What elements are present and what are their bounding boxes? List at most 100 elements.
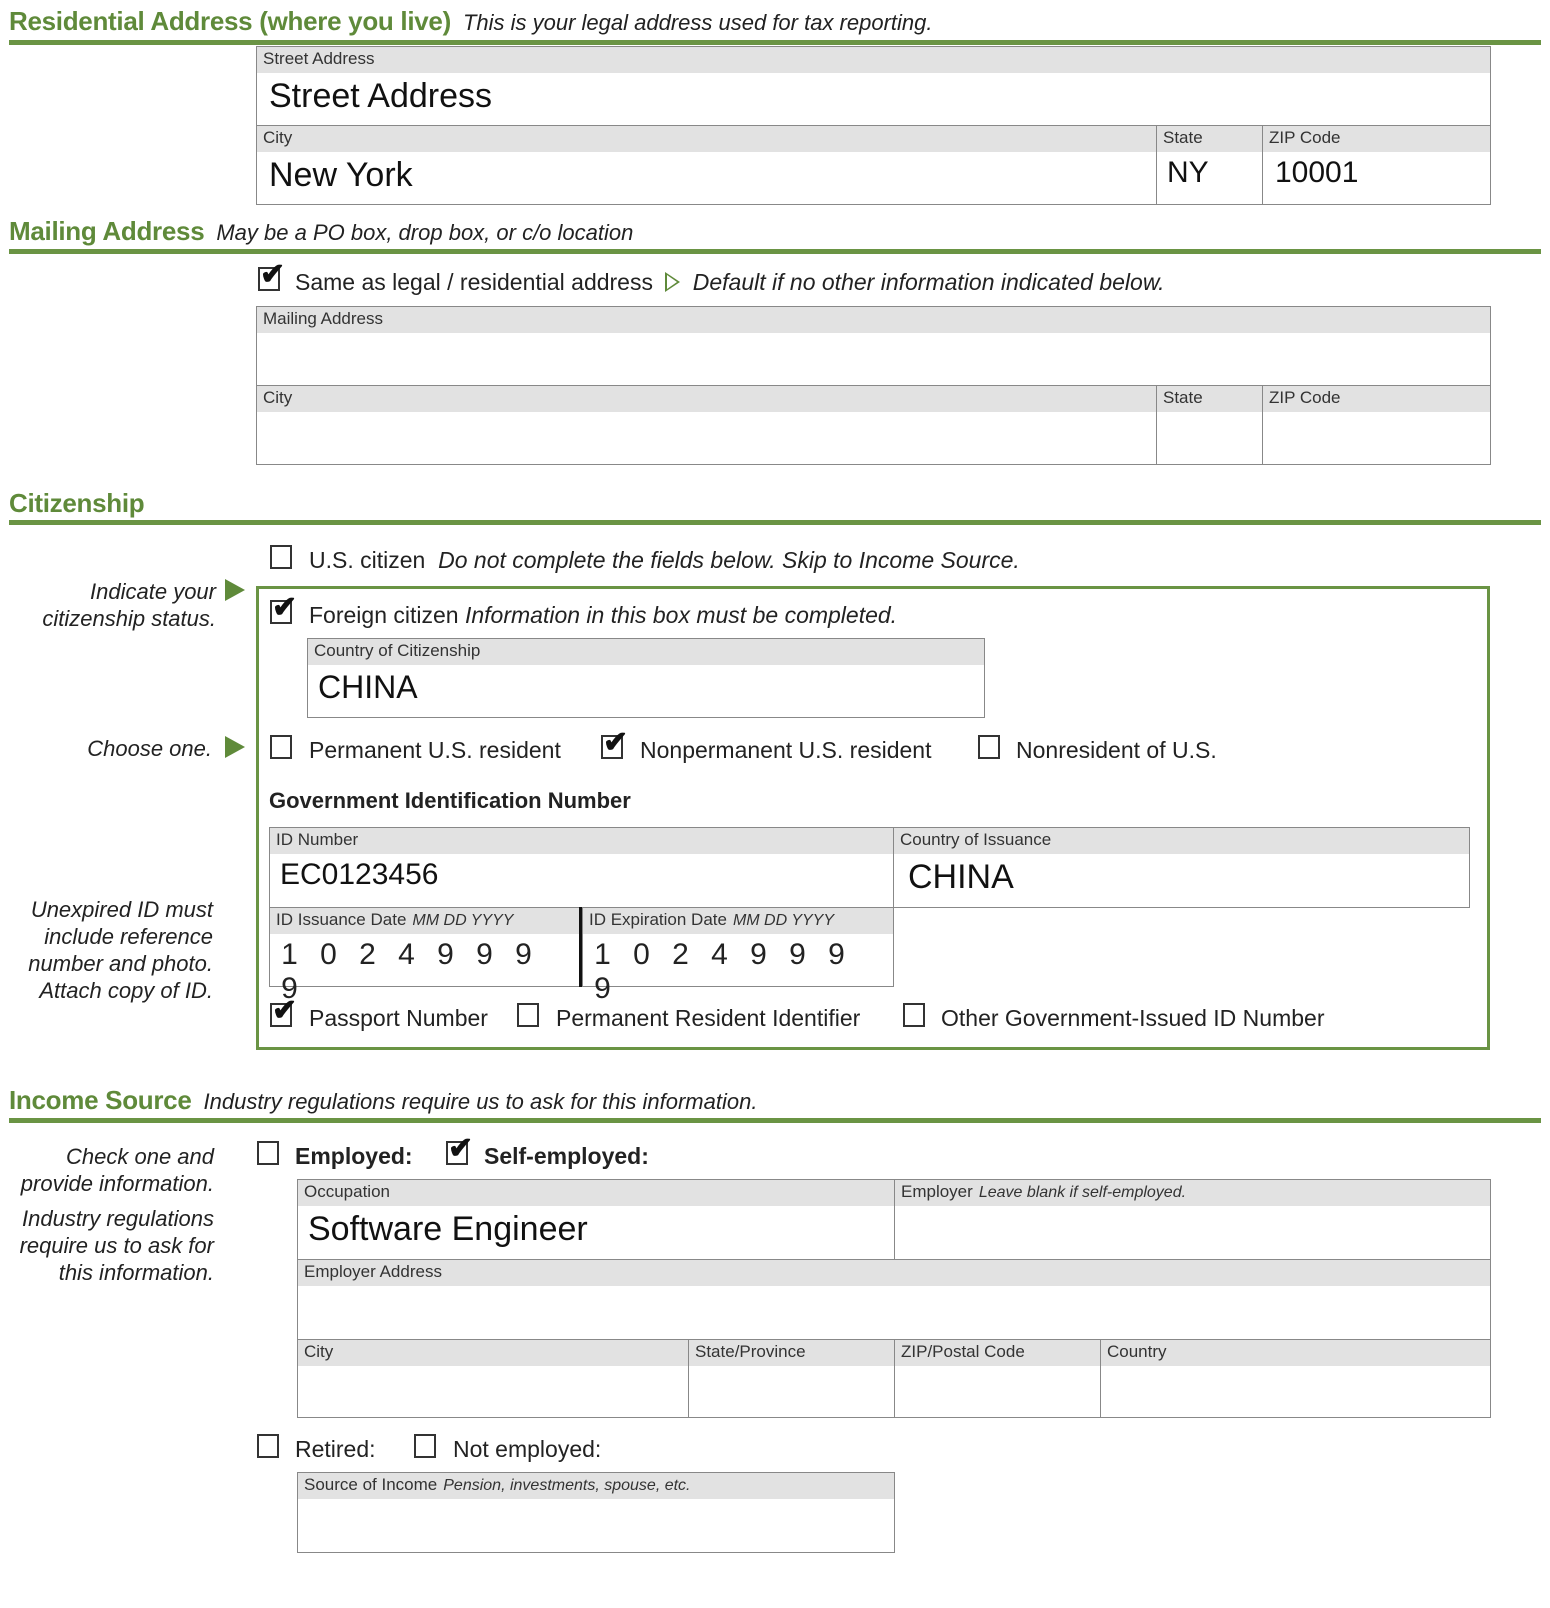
field-value[interactable]: CHINA: [308, 665, 984, 706]
check-icon: ✔: [260, 258, 286, 291]
mailing-title: Mailing Address: [9, 216, 205, 246]
date-digit: 9: [437, 938, 454, 971]
field-label: ZIP Code: [1263, 386, 1490, 412]
country-of-issuance-field[interactable]: Country of Issuance CHINA: [893, 827, 1470, 908]
field-value[interactable]: 10001: [1263, 152, 1490, 190]
mailing-subtitle: May be a PO box, drop box, or c/o locati…: [216, 220, 634, 245]
foreign-citizen-checkbox[interactable]: ✔: [270, 593, 297, 624]
permanent-resident-id-checkbox[interactable]: [517, 1003, 539, 1027]
permanent-resident-label: Permanent U.S. resident: [309, 737, 561, 763]
check-icon: ✔: [448, 1132, 474, 1165]
us-citizen-option: U.S. citizen Do not complete the fields …: [309, 547, 1020, 574]
date-digit: 9: [476, 938, 493, 971]
field-value[interactable]: EC0123456: [270, 854, 893, 892]
employer-zip-field[interactable]: ZIP/Postal Code: [894, 1339, 1101, 1418]
foreign-citizen-option: Foreign citizen Information in this box …: [309, 602, 897, 629]
employed-label: Employed:: [295, 1143, 413, 1169]
same-as-residential-checkbox[interactable]: ✔: [258, 260, 285, 291]
exp-date-digits[interactable]: 1 0 2 4 9 9 99: [583, 934, 893, 1006]
triangle-pointer-icon: [225, 579, 245, 601]
employer-state-field[interactable]: State/Province: [688, 1339, 895, 1418]
mailing-city-field[interactable]: City: [256, 385, 1157, 465]
employer-field[interactable]: Employer Leave blank if self-employed.: [894, 1179, 1491, 1260]
not-employed-label: Not employed:: [453, 1436, 602, 1462]
field-value[interactable]: New York: [257, 152, 1156, 195]
mailing-section-header: Mailing Address May be a PO box, drop box…: [9, 216, 633, 247]
field-label: City: [257, 126, 1156, 152]
nonresident-checkbox[interactable]: [978, 735, 1000, 759]
date-digit: 4: [711, 938, 728, 971]
field-label: Occupation: [298, 1180, 894, 1206]
field-label: Country: [1101, 1340, 1490, 1366]
employer-note: Leave blank if self-employed.: [978, 1184, 1187, 1201]
id-number-field[interactable]: ID Number EC0123456: [269, 827, 894, 908]
field-value[interactable]: [257, 333, 1490, 337]
permanent-resident-checkbox[interactable]: [270, 735, 292, 759]
gov-id-heading: Government Identification Number: [269, 788, 631, 813]
retired-checkbox[interactable]: [257, 1434, 279, 1458]
field-label: ID Number: [270, 828, 893, 854]
self-employed-checkbox[interactable]: ✔: [446, 1134, 473, 1165]
same-as-note: Default if no other information indicate…: [692, 269, 1165, 295]
mailing-address-field[interactable]: Mailing Address: [256, 306, 1491, 386]
section-divider: [9, 1118, 1541, 1123]
field-label: State/Province: [689, 1340, 894, 1366]
section-divider: [9, 520, 1541, 525]
unexpired-id-note: Unexpired ID must include reference numb…: [28, 897, 213, 1003]
occupation-field[interactable]: Occupation Software Engineer: [297, 1179, 895, 1260]
field-value[interactable]: [895, 1206, 1490, 1210]
field-label: Street Address: [257, 47, 1490, 73]
exp-date-format: MM DD YYYY: [732, 912, 835, 929]
employer-country-field[interactable]: Country: [1100, 1339, 1491, 1418]
issue-date-label: ID Issuance Date: [276, 910, 407, 929]
date-digit: 0: [633, 938, 650, 971]
field-value[interactable]: Software Engineer: [298, 1206, 894, 1249]
date-digit: 0: [320, 938, 337, 971]
citizenship-section-header: Citizenship: [9, 488, 145, 519]
nonpermanent-resident-label: Nonpermanent U.S. resident: [640, 737, 932, 763]
field-label: ID Issuance Date MM DD YYYY: [270, 908, 581, 934]
date-digit: 2: [359, 938, 376, 971]
residential-state-field[interactable]: State NY: [1156, 125, 1263, 205]
foreign-citizen-label: Foreign citizen: [309, 602, 459, 628]
us-citizen-checkbox[interactable]: [270, 545, 292, 569]
source-note: Pension, investments, spouse, etc.: [443, 1477, 691, 1494]
passport-number-checkbox[interactable]: ✔: [270, 996, 297, 1027]
field-value[interactable]: NY: [1157, 152, 1262, 190]
mailing-state-field[interactable]: State: [1156, 385, 1263, 465]
residential-street-field[interactable]: Street Address Street Address: [256, 46, 1491, 126]
employed-checkbox[interactable]: [257, 1141, 279, 1165]
date-digit: 9: [828, 938, 845, 971]
field-label: ID Expiration Date MM DD YYYY: [583, 908, 893, 934]
check-icon: ✔: [272, 994, 298, 1027]
employer-address-field[interactable]: Employer Address: [297, 1259, 1491, 1340]
field-value[interactable]: [298, 1499, 894, 1503]
issue-date-digits[interactable]: 1 0 2 4 9 9 99: [270, 934, 581, 1006]
same-as-residential-option: Same as legal / residential address Defa…: [295, 269, 1165, 296]
field-label: City: [298, 1340, 688, 1366]
residential-zip-field[interactable]: ZIP Code 10001: [1262, 125, 1491, 205]
field-value[interactable]: [1263, 412, 1490, 416]
field-label: State: [1157, 126, 1262, 152]
source-of-income-field[interactable]: Source of Income Pension, investments, sp…: [297, 1472, 895, 1553]
income-subtitle: Industry regulations require us to ask f…: [203, 1089, 758, 1114]
residential-city-field[interactable]: City New York: [256, 125, 1157, 205]
field-value[interactable]: [1157, 412, 1262, 416]
mailing-zip-field[interactable]: ZIP Code: [1262, 385, 1491, 465]
id-expiration-date-field[interactable]: ID Expiration Date MM DD YYYY 1 0 2 4 9 9 99: [582, 907, 894, 1005]
employer-city-field[interactable]: City: [297, 1339, 689, 1418]
field-label: Country of Issuance: [894, 828, 1469, 854]
nonpermanent-resident-checkbox[interactable]: ✔: [601, 728, 628, 759]
not-employed-checkbox[interactable]: [414, 1434, 436, 1458]
field-value[interactable]: CHINA: [894, 854, 1469, 897]
id-issuance-date-field[interactable]: ID Issuance Date MM DD YYYY 1 0 2 4 9 9 99: [269, 907, 582, 1005]
other-gov-id-label: Other Government-Issued ID Number: [941, 1005, 1325, 1031]
triangle-pointer-icon: [665, 272, 681, 292]
field-value[interactable]: Street Address: [257, 73, 1490, 116]
other-gov-id-checkbox[interactable]: [903, 1003, 925, 1027]
section-divider: [9, 249, 1541, 254]
field-value[interactable]: [257, 412, 1156, 416]
country-of-citizenship-field[interactable]: Country of Citizenship CHINA: [307, 638, 985, 718]
field-value[interactable]: [298, 1286, 1490, 1290]
check-icon: ✔: [272, 591, 298, 624]
